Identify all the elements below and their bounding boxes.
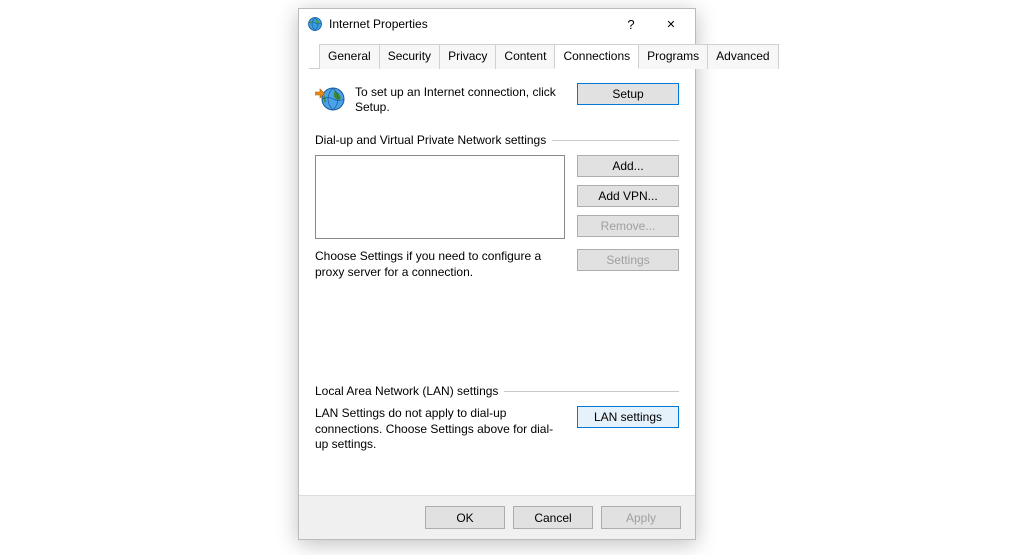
globe-arrow-icon bbox=[315, 83, 347, 115]
lan-group-header: Local Area Network (LAN) settings bbox=[315, 384, 679, 398]
tabs: General Security Privacy Content Connect… bbox=[309, 43, 685, 69]
proxy-help-text: Choose Settings if you need to configure… bbox=[315, 249, 565, 280]
intro-text: To set up an Internet connection, click … bbox=[355, 83, 569, 115]
titlebar-title: Internet Properties bbox=[329, 17, 611, 31]
lan-settings-button[interactable]: LAN settings bbox=[577, 406, 679, 428]
titlebar: Internet Properties ? ✕ bbox=[299, 9, 695, 39]
tab-security[interactable]: Security bbox=[379, 44, 440, 69]
tab-panel-connections: To set up an Internet connection, click … bbox=[299, 69, 695, 463]
tab-content[interactable]: Content bbox=[495, 44, 555, 69]
close-button[interactable]: ✕ bbox=[651, 10, 691, 38]
tab-advanced[interactable]: Advanced bbox=[707, 44, 778, 69]
lan-help-text: LAN Settings do not apply to dial-up con… bbox=[315, 406, 565, 453]
tab-programs[interactable]: Programs bbox=[638, 44, 708, 69]
apply-button: Apply bbox=[601, 506, 681, 529]
tab-general[interactable]: General bbox=[319, 44, 380, 69]
ok-button[interactable]: OK bbox=[425, 506, 505, 529]
cancel-button[interactable]: Cancel bbox=[513, 506, 593, 529]
help-button[interactable]: ? bbox=[611, 10, 651, 38]
tab-connections[interactable]: Connections bbox=[554, 44, 639, 69]
add-button[interactable]: Add... bbox=[577, 155, 679, 177]
dialup-listbox[interactable] bbox=[315, 155, 565, 239]
dialog-footer: OK Cancel Apply bbox=[299, 495, 695, 539]
settings-button: Settings bbox=[577, 249, 679, 271]
add-vpn-button[interactable]: Add VPN... bbox=[577, 185, 679, 207]
setup-button[interactable]: Setup bbox=[577, 83, 679, 105]
internet-options-icon bbox=[307, 16, 323, 32]
tab-privacy[interactable]: Privacy bbox=[439, 44, 496, 69]
internet-properties-dialog: Internet Properties ? ✕ General Security… bbox=[298, 8, 696, 540]
remove-button: Remove... bbox=[577, 215, 679, 237]
dialup-group-header: Dial-up and Virtual Private Network sett… bbox=[315, 133, 679, 147]
